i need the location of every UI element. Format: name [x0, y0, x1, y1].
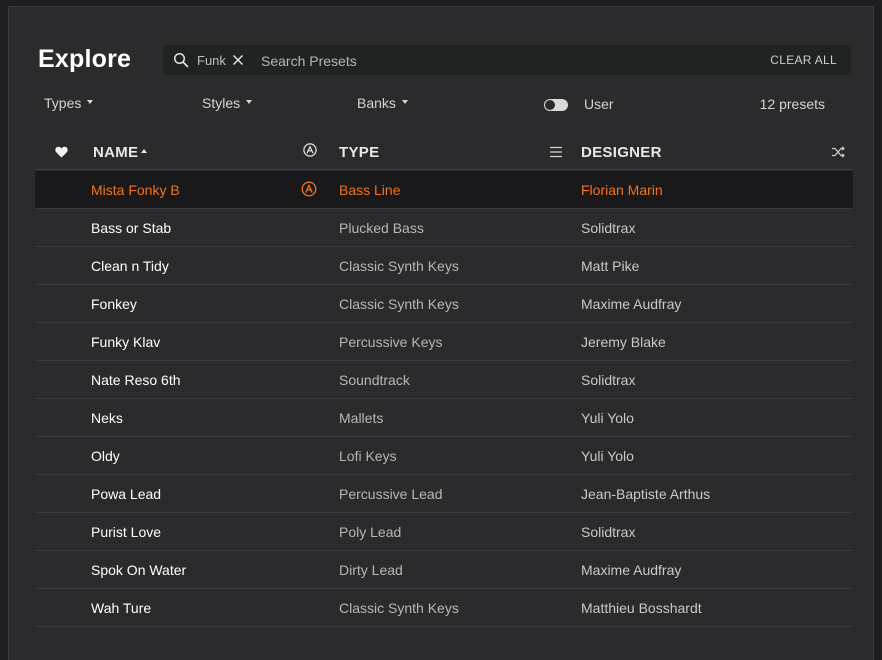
preset-name: Neks	[91, 410, 123, 426]
preset-count: 12 presets	[759, 96, 825, 112]
preset-type: Lofi Keys	[339, 448, 397, 464]
preset-type: Percussive Keys	[339, 334, 443, 350]
preset-name: Nate Reso 6th	[91, 372, 181, 388]
table-row[interactable]: Fonkey Classic Synth Keys Maxime Audfray	[35, 285, 853, 323]
preset-type: Percussive Lead	[339, 486, 443, 502]
preset-designer: Florian Marin	[581, 182, 663, 198]
table-row[interactable]: Wah Ture Classic Synth Keys Matthieu Bos…	[35, 589, 853, 627]
preset-type: Classic Synth Keys	[339, 258, 459, 274]
preset-type: Classic Synth Keys	[339, 600, 459, 616]
close-icon[interactable]	[232, 54, 244, 66]
search-input[interactable]	[259, 50, 713, 72]
preset-type: Classic Synth Keys	[339, 296, 459, 312]
types-dropdown-label: Types	[44, 95, 82, 111]
preset-type: Mallets	[339, 410, 384, 426]
arturia-a-icon	[301, 181, 317, 197]
preset-designer: Jean-Baptiste Arthus	[581, 486, 711, 502]
table-row[interactable]: Purist Love Poly Lead Solidtrax	[35, 513, 853, 551]
preset-type: Soundtrack	[339, 372, 410, 388]
preset-type: Bass Line	[339, 182, 401, 198]
heart-icon[interactable]	[55, 146, 68, 158]
preset-designer: Yuli Yolo	[581, 410, 634, 426]
shuffle-icon[interactable]	[831, 146, 845, 158]
table-row[interactable]: Mista Fonky B Bass Line Florian Marin	[35, 171, 853, 209]
caret-down-icon	[87, 100, 94, 105]
banks-dropdown-label: Banks	[357, 95, 396, 111]
column-header-designer[interactable]: DESIGNER	[581, 144, 662, 161]
preset-designer: Jeremy Blake	[581, 334, 666, 350]
preset-type: Plucked Bass	[339, 220, 424, 236]
user-toggle[interactable]	[544, 99, 568, 111]
banks-dropdown[interactable]: Banks	[357, 95, 408, 111]
arturia-a-icon[interactable]	[303, 143, 317, 157]
search-icon	[173, 52, 189, 68]
table-row[interactable]: Powa Lead Percussive Lead Jean-Baptiste …	[35, 475, 853, 513]
preset-designer: Solidtrax	[581, 524, 636, 540]
column-header-name[interactable]: NAME	[93, 144, 148, 161]
table-row[interactable]: Clean n Tidy Classic Synth Keys Matt Pik…	[35, 247, 853, 285]
types-dropdown[interactable]: Types	[44, 95, 94, 111]
preset-name: Powa Lead	[91, 486, 162, 502]
preset-name: Fonkey	[91, 296, 137, 312]
preset-designer: Matt Pike	[581, 258, 640, 274]
preset-list: Mista Fonky B Bass Line Florian Marin Ba…	[35, 171, 853, 627]
preset-designer: Yuli Yolo	[581, 448, 634, 464]
caret-down-icon	[246, 100, 253, 105]
page-title: Explore	[38, 45, 132, 73]
preset-browser-panel: Explore Funk CLEAR ALL Types Styles Bank…	[8, 6, 874, 660]
styles-dropdown[interactable]: Styles	[202, 95, 253, 111]
preset-designer: Maxime Audfray	[581, 296, 682, 312]
preset-designer: Maxime Audfray	[581, 562, 682, 578]
preset-name: Bass or Stab	[91, 220, 172, 236]
caret-down-icon	[401, 100, 408, 105]
preset-designer: Matthieu Bosshardt	[581, 600, 702, 616]
preset-type: Dirty Lead	[339, 562, 403, 578]
table-row[interactable]: Neks Mallets Yuli Yolo	[35, 399, 853, 437]
search-filter-chip: Funk	[197, 53, 226, 68]
preset-name: Funky Klav	[91, 334, 161, 350]
preset-name: Spok On Water	[91, 562, 187, 578]
styles-dropdown-label: Styles	[202, 95, 241, 111]
preset-designer: Solidtrax	[581, 220, 636, 236]
preset-name: Purist Love	[91, 524, 162, 540]
clear-all-button[interactable]: CLEAR ALL	[770, 53, 837, 67]
user-toggle-label: User	[584, 96, 614, 112]
table-header: NAME TYPE DESIGNER	[35, 135, 853, 170]
search-bar[interactable]: Funk CLEAR ALL	[163, 45, 851, 75]
table-row[interactable]: Spok On Water Dirty Lead Maxime Audfray	[35, 551, 853, 589]
preset-name: Clean n Tidy	[91, 258, 169, 274]
preset-designer: Solidtrax	[581, 372, 636, 388]
preset-name: Wah Ture	[91, 600, 152, 616]
table-row[interactable]: Funky Klav Percussive Keys Jeremy Blake	[35, 323, 853, 361]
column-header-type[interactable]: TYPE	[339, 144, 379, 161]
table-row[interactable]: Nate Reso 6th Soundtrack Solidtrax	[35, 361, 853, 399]
column-header-name-label: NAME	[93, 144, 139, 161]
preset-type: Poly Lead	[339, 524, 402, 540]
sort-ascending-icon	[141, 149, 148, 154]
menu-icon[interactable]	[549, 146, 563, 158]
preset-name: Oldy	[91, 448, 120, 464]
toggle-knob	[545, 100, 555, 110]
table-row[interactable]: Bass or Stab Plucked Bass Solidtrax	[35, 209, 853, 247]
table-row[interactable]: Oldy Lofi Keys Yuli Yolo	[35, 437, 853, 475]
preset-name: Mista Fonky B	[91, 182, 180, 198]
